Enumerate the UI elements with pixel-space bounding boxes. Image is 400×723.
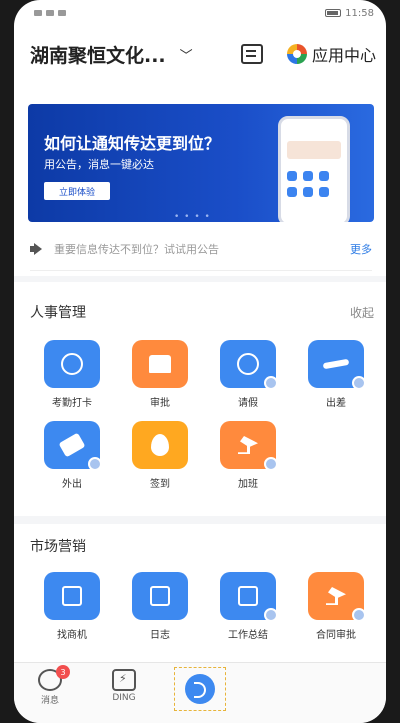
workbench-icon (185, 674, 215, 704)
section-separator (14, 276, 386, 282)
app-outing[interactable]: 外出 (28, 421, 116, 490)
person-badge-icon (88, 457, 102, 471)
banner-title: 如何让通知传达更到位？ (44, 134, 221, 153)
app-clock-in[interactable]: 考勤打卡 (28, 340, 116, 409)
app-leave[interactable]: 请假 (204, 340, 292, 409)
wifi-icon (46, 10, 54, 16)
journal-icon (132, 572, 188, 620)
app-label: 加班 (238, 479, 258, 490)
app-label: 日志 (150, 630, 170, 641)
hr-collapse-button[interactable]: 收起 (350, 304, 374, 321)
unread-badge: 3 (56, 665, 70, 679)
banner-try-button[interactable]: 立即体验 (44, 182, 110, 200)
person-badge-icon (352, 376, 366, 390)
tab-messages[interactable]: 3 消息 (20, 665, 80, 706)
marketing-section-title: 市场营销 (30, 539, 86, 555)
app-label: 合同审批 (316, 630, 356, 641)
divider (30, 270, 372, 271)
marketing-app-grid: 找商机 日志 工作总结 合同审批 (28, 572, 380, 641)
app-center-logo-icon (286, 44, 307, 64)
banner-subtitle: 用公告，消息一键必达 (44, 158, 154, 171)
contract-icon (308, 572, 366, 622)
notification-icon (58, 10, 66, 16)
notice-text: 重要信息传达不到位？试试用公告 (54, 243, 219, 256)
app-journal[interactable]: 日志 (116, 572, 204, 641)
phone-screen: 11:58 湖南聚恒文化... ﹀ 应用中心 如何让通知传达更到位？ 用公告，消… (14, 0, 386, 723)
tab-workbench[interactable] (174, 667, 226, 711)
app-overtime[interactable]: 加班 (204, 421, 292, 490)
app-center-label: 应用中心 (311, 46, 376, 65)
app-find-business[interactable]: 找商机 (28, 572, 116, 641)
clock-in-icon (44, 340, 100, 388)
notice-more-link[interactable]: 更多 (350, 241, 372, 257)
app-label: 工作总结 (228, 630, 268, 641)
app-center-button[interactable]: 应用中心 (286, 42, 376, 66)
promo-banner[interactable]: 如何让通知传达更到位？ 用公告，消息一键必达 立即体验 • • • • (28, 104, 374, 222)
handshake-icon (44, 421, 102, 471)
app-label: 审批 (150, 398, 170, 409)
app-contract-approval[interactable]: 合同审批 (292, 572, 380, 641)
banner-phone-illustration (278, 116, 350, 222)
location-pin-icon (132, 421, 188, 469)
app-approval[interactable]: 审批 (116, 340, 204, 409)
app-label: 出差 (326, 398, 346, 409)
app-label: 外出 (62, 479, 82, 490)
ding-icon (112, 669, 136, 691)
megaphone-icon (30, 243, 46, 255)
person-badge-icon (264, 608, 278, 622)
status-time: 11:58 (345, 7, 374, 19)
chevron-down-icon[interactable]: ﹀ (180, 45, 193, 64)
org-name[interactable]: 湖南聚恒文化... (30, 41, 166, 68)
leave-clock-icon (220, 340, 278, 390)
app-label: 考勤打卡 (52, 398, 92, 409)
header: 湖南聚恒文化... ﹀ 应用中心 (14, 26, 386, 82)
tab-label: DING (112, 693, 136, 703)
section-separator (14, 516, 386, 524)
app-business-trip[interactable]: 出差 (292, 340, 380, 409)
tab-label: 消息 (40, 696, 59, 706)
person-badge-icon (264, 457, 278, 471)
status-icons-right: 11:58 (325, 8, 374, 19)
business-icon (44, 572, 100, 620)
summary-icon (220, 572, 278, 622)
lamp-icon (220, 421, 278, 471)
bottom-tab-bar: 3 消息 DING (14, 662, 386, 723)
stamp-icon (132, 340, 188, 388)
status-bar: 11:58 (14, 0, 386, 26)
airplane-icon (308, 340, 366, 390)
app-label: 签到 (150, 479, 170, 490)
hr-app-grid: 考勤打卡 审批 请假 出差 外出 签到 加班 (28, 340, 380, 490)
status-icons-left (34, 10, 66, 16)
tab-ding[interactable]: DING (94, 669, 154, 703)
notes-edit-icon[interactable] (240, 44, 263, 64)
banner-pager-dots: • • • • (174, 212, 211, 222)
hr-section-title: 人事管理 (30, 305, 86, 321)
person-badge-icon (352, 608, 366, 622)
app-check-in[interactable]: 签到 (116, 421, 204, 490)
notice-bar[interactable]: 重要信息传达不到位？试试用公告 更多 (30, 236, 372, 262)
signal-icon (34, 10, 42, 16)
person-badge-icon (264, 376, 278, 390)
battery-icon (325, 9, 342, 17)
chat-bubble-icon: 3 (38, 665, 70, 691)
app-label: 找商机 (57, 630, 87, 641)
app-work-summary[interactable]: 工作总结 (204, 572, 292, 641)
app-label: 请假 (238, 398, 258, 409)
